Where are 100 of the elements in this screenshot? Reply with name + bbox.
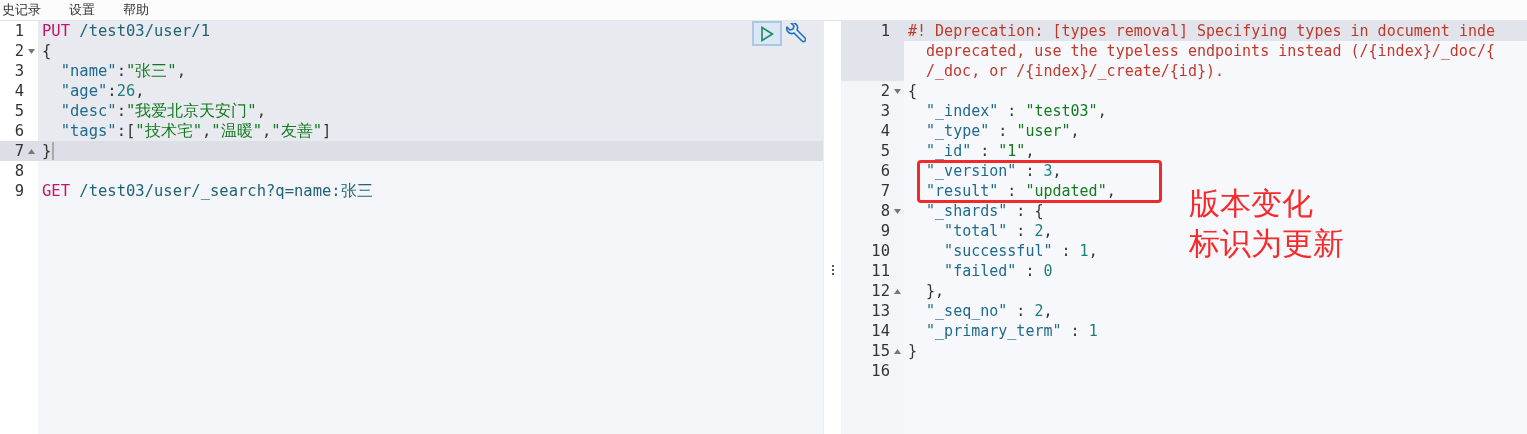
code-punctuation: { — [908, 82, 918, 100]
json-number: 2 — [1034, 302, 1044, 320]
json-key: "successful" — [908, 242, 1053, 260]
fold-arrow-icon[interactable] — [893, 88, 901, 94]
line-number: 9 — [14, 181, 24, 201]
json-key: "age" — [42, 81, 108, 101]
play-icon — [759, 25, 775, 42]
json-number: 1 — [1079, 242, 1089, 260]
deprecation-warning: /_doc, or /{index}/_create/{id}). — [926, 62, 1224, 80]
code-punctuation: , — [202, 121, 212, 141]
fold-arrow-icon[interactable] — [893, 348, 901, 354]
code-punctuation: : — [1024, 262, 1036, 280]
wrench-icon[interactable] — [784, 22, 806, 45]
code-punctuation: , — [1043, 222, 1053, 240]
json-number: 26 — [116, 81, 136, 101]
json-string: "1" — [998, 142, 1026, 160]
code-punctuation: : — [116, 101, 126, 121]
code-punctuation: : — [1015, 302, 1027, 320]
line-number: 6 — [14, 121, 24, 141]
line-number: 1 — [14, 21, 24, 41]
line-number: 15 — [871, 341, 890, 361]
code-punctuation: ] — [322, 121, 332, 141]
json-key: "_seq_no" — [908, 302, 1008, 320]
line-number: 6 — [880, 161, 890, 181]
fold-arrow-icon[interactable] — [27, 48, 35, 54]
line-number: 2 — [880, 81, 890, 101]
json-string: "test03" — [1025, 102, 1098, 120]
code-punctuation: , — [256, 101, 266, 121]
code-punctuation: : — [1024, 162, 1036, 180]
request-url: /test03/user/_search?q=name:张三 — [78, 181, 373, 201]
json-string: "温暖" — [211, 121, 262, 141]
line-number: 4 — [14, 81, 24, 101]
line-number: 2 — [14, 41, 24, 61]
json-key: "_version" — [908, 162, 1017, 180]
menu-item[interactable]: 设置 — [69, 1, 95, 19]
code-punctuation: , — [1088, 242, 1098, 260]
json-key: "_type" — [908, 122, 990, 140]
json-key: "name" — [42, 61, 117, 81]
deprecation-warning: #! Deprecation: [types removal] Specifying types in document inde — [908, 22, 1495, 40]
annotation-text: 标识为更新 — [1189, 224, 1344, 263]
json-key: "_shards" — [908, 202, 1008, 220]
json-key: "failed" — [908, 262, 1017, 280]
drag-handle-icon[interactable] — [831, 265, 834, 275]
code-punctuation: : — [116, 61, 126, 81]
line-number: 3 — [14, 61, 24, 81]
fold-arrow-icon[interactable] — [27, 148, 35, 154]
json-string: "张三" — [126, 61, 177, 81]
line-number: 8 — [14, 161, 24, 181]
menu-item[interactable]: 帮助 — [123, 1, 149, 19]
line-number: 8 — [880, 201, 890, 221]
json-number: 2 — [1034, 222, 1044, 240]
code-punctuation: : — [107, 81, 117, 101]
line-number: 5 — [880, 141, 890, 161]
code-punctuation: : — [1069, 322, 1081, 340]
code-punctuation: } — [908, 342, 918, 360]
line-number: 7 — [880, 181, 890, 201]
code-punctuation: : — [1006, 102, 1018, 120]
code-punctuation: , — [262, 121, 272, 141]
code-punctuation: } — [42, 141, 52, 161]
line-number: 7 — [14, 141, 24, 161]
code-punctuation: , — [1025, 142, 1035, 160]
code-punctuation: , — [176, 61, 186, 81]
http-method: PUT — [42, 21, 70, 41]
json-key: "_id" — [908, 142, 972, 160]
code-punctuation: : — [1015, 222, 1027, 240]
json-string: "user" — [1016, 122, 1071, 140]
json-key: "desc" — [42, 101, 117, 121]
http-method: GET — [42, 181, 70, 201]
code-punctuation: : — [1006, 182, 1018, 200]
line-number: 9 — [880, 221, 890, 241]
deprecation-warning: deprecated, use the typeless endpoints instead (/{index}/_doc/{ — [926, 42, 1495, 60]
line-number: 1 — [880, 21, 890, 41]
line-number: 14 — [871, 321, 890, 341]
json-number: 1 — [1088, 322, 1098, 340]
line-number: 3 — [880, 101, 890, 121]
json-string: "友善" — [271, 121, 323, 141]
code-punctuation: , — [1043, 302, 1053, 320]
code-punctuation: :[ — [116, 121, 136, 141]
line-number: 12 — [871, 281, 890, 301]
annotation-text: 版本变化 — [1189, 184, 1314, 223]
json-number: 0 — [1043, 262, 1053, 280]
fold-arrow-icon[interactable] — [893, 288, 901, 294]
run-button[interactable] — [752, 21, 782, 46]
code-punctuation: : — [997, 122, 1009, 140]
line-number: 10 — [871, 241, 890, 261]
json-key: "total" — [908, 222, 1008, 240]
code-punctuation: , — [1070, 122, 1080, 140]
request-editor[interactable]: 1 PUT /test03/user/1 2 { 3 "name":"张三", 4 "age":26, 5 "desc":"我爱北京天安门", 6 "tags":["技术宅","温暖","友善"] 7 } 8 9 GET /test03/user/_search?q=name:张三 — [0, 21, 823, 434]
json-key: "_primary_term" — [908, 322, 1062, 340]
request-url: /test03/user/1 — [78, 21, 210, 41]
line-number: 13 — [871, 301, 890, 321]
json-string: "updated" — [1025, 182, 1107, 200]
fold-arrow-icon[interactable] — [893, 208, 901, 214]
code-punctuation: , — [1052, 162, 1062, 180]
code-punctuation: , — [1106, 182, 1116, 200]
json-key: "tags" — [42, 121, 117, 141]
code-punctuation: : — [1060, 242, 1072, 260]
json-string: "技术宅" — [135, 121, 202, 141]
menu-item[interactable]: 史记录 — [2, 1, 41, 19]
line-number: 11 — [871, 261, 890, 281]
